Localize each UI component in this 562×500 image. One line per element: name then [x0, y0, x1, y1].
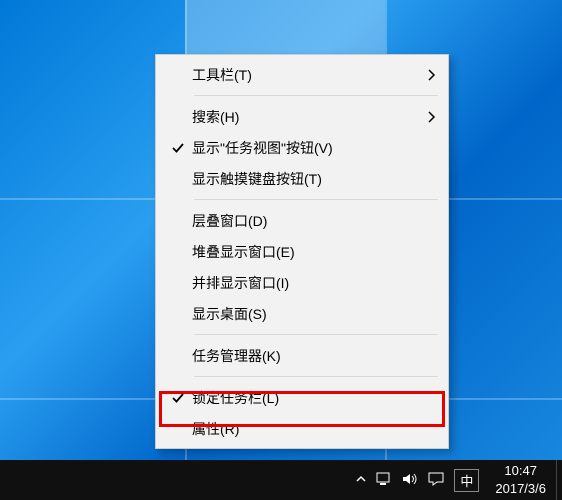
menu-item-properties[interactable]: 属性(R): [156, 413, 448, 444]
menu-item-label: 显示触摸键盘按钮(T): [192, 169, 418, 189]
menu-item-side-by-side[interactable]: 并排显示窗口(I): [156, 267, 448, 298]
menu-item-label: 工具栏(T): [192, 65, 418, 85]
taskbar[interactable]: 中 10:47 2017/3/6: [0, 460, 562, 500]
menu-item-search[interactable]: 搜索(H): [156, 101, 448, 132]
clock-time: 10:47: [495, 462, 546, 480]
menu-separator: [194, 376, 438, 377]
menu-item-label: 属性(R): [192, 419, 418, 439]
show-desktop-button[interactable]: [556, 460, 562, 500]
check-icon: [164, 391, 192, 405]
network-icon[interactable]: [376, 472, 392, 489]
menu-item-cascade-windows[interactable]: 层叠窗口(D): [156, 205, 448, 236]
menu-separator: [194, 199, 438, 200]
taskbar-clock[interactable]: 10:47 2017/3/6: [485, 462, 556, 497]
menu-item-lock-taskbar[interactable]: 锁定任务栏(L): [156, 382, 448, 413]
chevron-right-icon: [418, 69, 436, 81]
ime-indicator[interactable]: 中: [454, 469, 479, 492]
menu-separator: [194, 334, 438, 335]
clock-date: 2017/3/6: [495, 480, 546, 498]
chevron-right-icon: [418, 111, 436, 123]
menu-item-label: 显示"任务视图"按钮(V): [192, 138, 418, 158]
menu-item-label: 堆叠显示窗口(E): [192, 242, 418, 262]
menu-item-label: 显示桌面(S): [192, 304, 418, 324]
menu-item-show-desktop[interactable]: 显示桌面(S): [156, 298, 448, 329]
menu-item-toolbars[interactable]: 工具栏(T): [156, 59, 448, 90]
volume-icon[interactable]: [402, 472, 418, 489]
menu-separator: [194, 95, 438, 96]
menu-item-show-taskview[interactable]: 显示"任务视图"按钮(V): [156, 132, 448, 163]
menu-item-label: 搜索(H): [192, 107, 418, 127]
menu-item-stack-windows[interactable]: 堆叠显示窗口(E): [156, 236, 448, 267]
menu-item-label: 锁定任务栏(L): [192, 388, 418, 408]
action-center-icon[interactable]: [428, 472, 444, 489]
system-tray[interactable]: 中: [350, 469, 485, 492]
check-icon: [164, 141, 192, 155]
taskbar-context-menu: 工具栏(T) 搜索(H) 显示"任务视图"按钮(V) 显示触摸键盘按钮(T) 层…: [155, 54, 449, 449]
tray-overflow-icon[interactable]: [356, 473, 366, 487]
menu-item-label: 任务管理器(K): [192, 346, 418, 366]
menu-item-label: 层叠窗口(D): [192, 211, 418, 231]
menu-item-label: 并排显示窗口(I): [192, 273, 418, 293]
menu-item-show-touch-keyboard[interactable]: 显示触摸键盘按钮(T): [156, 163, 448, 194]
menu-item-task-manager[interactable]: 任务管理器(K): [156, 340, 448, 371]
